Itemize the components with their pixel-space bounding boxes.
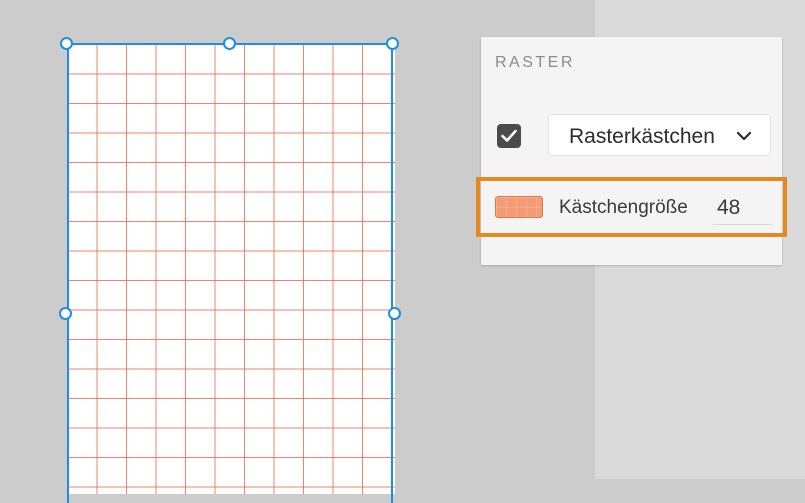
grid-enabled-checkbox[interactable] [497, 124, 521, 148]
selection-frame [67, 43, 393, 503]
grid-size-label: Kästchengröße [559, 197, 688, 218]
swatch-pattern [496, 197, 542, 217]
grid-type-selected-value: Rasterkästchen [569, 125, 715, 148]
grid-color-swatch[interactable] [495, 196, 543, 218]
panel-title: RASTER [495, 54, 575, 71]
resize-handle-top-left[interactable] [60, 37, 73, 50]
grid-type-dropdown[interactable]: Rasterkästchen [548, 114, 771, 156]
checkmark-icon [501, 129, 517, 142]
resize-handle-top-center[interactable] [223, 37, 236, 50]
resize-handle-middle-right[interactable] [388, 307, 401, 320]
resize-handle-top-right[interactable] [386, 37, 399, 50]
grid-size-input[interactable] [713, 191, 773, 225]
chevron-down-icon [736, 131, 752, 141]
resize-handle-middle-left[interactable] [59, 307, 72, 320]
